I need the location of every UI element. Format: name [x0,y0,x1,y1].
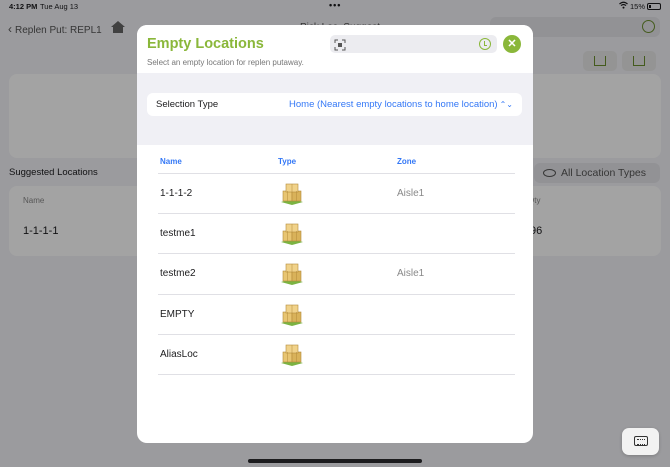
table-row[interactable]: EMPTY [158,295,515,335]
location-name: 1-1-1-2 [160,188,193,199]
history-icon[interactable] [479,38,491,50]
home-indicator[interactable] [248,459,422,463]
table-row[interactable]: testme2 Aisle1 [158,254,515,295]
barcode-scan-icon[interactable] [334,38,346,51]
box-stack-icon [279,303,305,327]
empty-locations-table: Name Type Zone 1-1-1-2 Aisle1 testme1 te… [158,155,515,375]
selection-type-label: Selection Type [156,99,219,110]
box-stack-icon [279,343,305,367]
selection-type-row[interactable]: Selection Type Home (Nearest empty locat… [147,93,522,116]
location-name: testme1 [160,228,196,240]
selection-area: Selection Type Home (Nearest empty locat… [137,73,533,145]
keyboard-icon [634,436,648,446]
modal-title: Empty Locations [147,36,264,52]
modal-header: Empty Locations Select an empty location… [137,25,533,73]
selection-type-value: Home (Nearest empty locations to home lo… [289,99,498,110]
location-name: testme2 [160,268,196,280]
location-name: AliasLoc [160,348,198,360]
empty-locations-modal: Empty Locations Select an empty location… [137,25,533,443]
location-search-input[interactable] [330,35,497,53]
box-stack-icon [279,182,305,206]
modal-subtitle: Select an empty location for replen puta… [147,58,304,67]
table-header: Name Type Zone [158,155,515,174]
column-header-zone[interactable]: Zone [397,157,416,166]
selection-type-picker[interactable]: Home (Nearest empty locations to home lo… [289,99,513,110]
chevron-up-down-icon: ⌃⌄ [499,100,513,109]
keyboard-button[interactable] [622,428,659,455]
close-button[interactable]: ✕ [503,35,521,53]
box-stack-icon [279,222,305,246]
zone-value: Aisle1 [397,188,425,199]
table-row[interactable]: AliasLoc [158,335,515,375]
box-stack-icon [279,262,305,286]
zone-value: Aisle1 [397,268,425,280]
close-icon: ✕ [507,38,517,50]
table-row[interactable]: 1-1-1-2 Aisle1 [158,174,515,215]
column-header-type[interactable]: Type [278,157,296,166]
table-row[interactable]: testme1 [158,214,515,255]
column-header-name[interactable]: Name [160,157,182,166]
location-name: EMPTY [160,308,195,320]
